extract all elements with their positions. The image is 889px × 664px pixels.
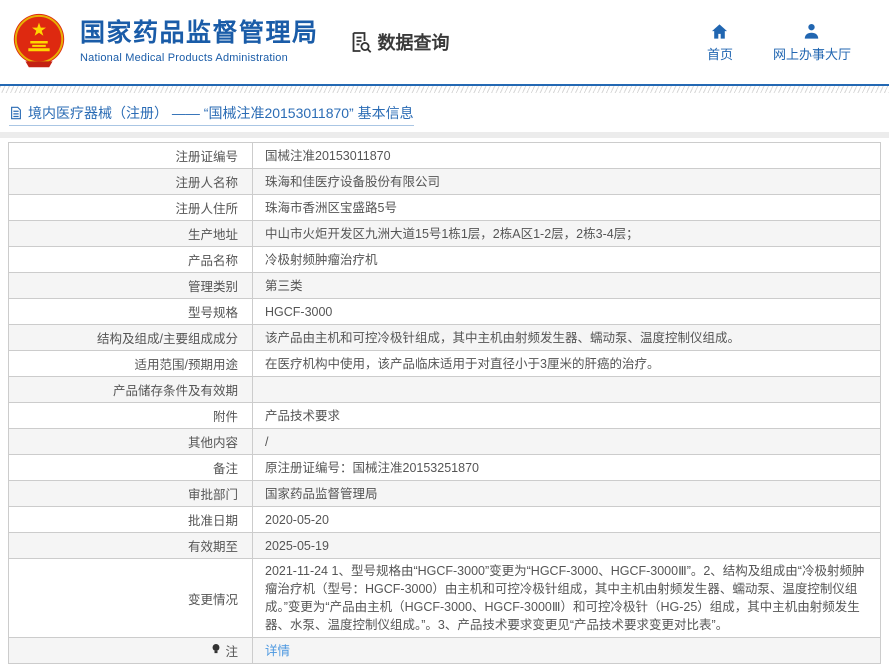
row-value: 国家药品监督管理局	[253, 481, 880, 506]
table-row-registrant-address: 注册人住所 珠海市香洲区宝盛路5号	[9, 194, 880, 220]
row-value: 冷极射频肿瘤治疗机	[253, 247, 880, 272]
row-label: 产品储存条件及有效期	[9, 377, 253, 402]
table-row-other-content: 其他内容 /	[9, 428, 880, 454]
row-label: 管理类别	[9, 273, 253, 298]
user-icon	[802, 22, 821, 41]
bulb-icon	[210, 643, 222, 658]
document-search-icon	[349, 30, 373, 54]
row-label: 适用范围/预期用途	[9, 351, 253, 376]
note-label: 注	[225, 641, 238, 660]
national-emblem-logo	[8, 11, 70, 73]
table-row-registrant-name: 注册人名称 珠海和佳医疗设备股份有限公司	[9, 168, 880, 194]
row-value: 2020-05-20	[253, 507, 880, 532]
table-row-storage: 产品储存条件及有效期	[9, 376, 880, 402]
table-row-model-spec: 型号规格 HGCF-3000	[9, 298, 880, 324]
nav-item-home[interactable]: 首页	[707, 22, 733, 63]
row-value: 珠海和佳医疗设备股份有限公司	[253, 169, 880, 194]
details-link[interactable]: 详情	[265, 642, 290, 660]
breadcrumb: 境内医疗器械（注册） —— “国械注准20153011870” 基本信息	[9, 103, 414, 126]
row-value: 2021-11-24 1、型号规格由“HGCF-3000”变更为“HGCF-30…	[253, 559, 880, 637]
row-value: /	[253, 429, 880, 454]
data-query-section[interactable]: 数据查询	[349, 29, 450, 55]
row-value: 第三类	[253, 273, 880, 298]
hatch-band	[0, 86, 889, 93]
row-label: 注	[9, 638, 253, 663]
row-label: 附件	[9, 403, 253, 428]
table-row-registration-number: 注册证编号 国械注准20153011870	[9, 143, 880, 168]
table-row-remark: 备注 原注册证编号：国械注准20153251870	[9, 454, 880, 480]
table-row-management-class: 管理类别 第三类	[9, 272, 880, 298]
row-label: 生产地址	[9, 221, 253, 246]
section-divider	[0, 132, 889, 138]
row-value: 详情	[253, 638, 880, 663]
site-title: 国家药品监督管理局	[80, 20, 319, 48]
breadcrumb-label: 境内医疗器械（注册） —— “国械注准20153011870” 基本信息	[28, 103, 414, 123]
row-label: 变更情况	[9, 559, 253, 637]
row-label: 其他内容	[9, 429, 253, 454]
nav-service-hall-label: 网上办事大厅	[773, 44, 851, 63]
document-icon	[9, 106, 23, 120]
table-row-intended-use: 适用范围/预期用途 在医疗机构中使用，该产品临床适用于对直径小于3厘米的肝癌的治…	[9, 350, 880, 376]
registration-detail-table: 注册证编号 国械注准20153011870 注册人名称 珠海和佳医疗设备股份有限…	[8, 142, 881, 664]
row-value	[253, 377, 880, 402]
table-row-approval-date: 批准日期 2020-05-20	[9, 506, 880, 532]
row-label: 注册证编号	[9, 143, 253, 168]
home-icon	[710, 22, 729, 41]
row-label: 备注	[9, 455, 253, 480]
nav-home-label: 首页	[707, 44, 733, 63]
table-row-approval-department: 审批部门 国家药品监督管理局	[9, 480, 880, 506]
table-row-note: 注 详情	[9, 637, 880, 663]
row-label: 型号规格	[9, 299, 253, 324]
row-label: 批准日期	[9, 507, 253, 532]
row-value: 中山市火炬开发区九洲大道15号1栋1层，2栋A区1-2层，2栋3-4层；	[253, 221, 880, 246]
row-value: 原注册证编号：国械注准20153251870	[253, 455, 880, 480]
table-row-change-history: 变更情况 2021-11-24 1、型号规格由“HGCF-3000”变更为“HG…	[9, 558, 880, 637]
site-subtitle: National Medical Products Administration	[80, 52, 319, 64]
row-value: 珠海市香洲区宝盛路5号	[253, 195, 880, 220]
row-value: 国械注准20153011870	[253, 143, 880, 168]
row-label: 注册人住所	[9, 195, 253, 220]
nav-item-service-hall[interactable]: 网上办事大厅	[773, 22, 851, 63]
site-title-block: 国家药品监督管理局 National Medical Products Admi…	[80, 20, 319, 64]
table-row-structure: 结构及组成/主要组成成分 该产品由主机和可控冷极针组成，其中主机由射频发生器、蠕…	[9, 324, 880, 350]
row-value: 2025-05-19	[253, 533, 880, 558]
header-nav: 首页 网上办事大厅	[707, 22, 877, 63]
row-label: 审批部门	[9, 481, 253, 506]
row-value: 产品技术要求	[253, 403, 880, 428]
row-label: 有效期至	[9, 533, 253, 558]
table-row-product-name: 产品名称 冷极射频肿瘤治疗机	[9, 246, 880, 272]
table-row-attachment: 附件 产品技术要求	[9, 402, 880, 428]
data-query-label: 数据查询	[378, 29, 450, 55]
row-value: 在医疗机构中使用，该产品临床适用于对直径小于3厘米的肝癌的治疗。	[253, 351, 880, 376]
table-row-production-address: 生产地址 中山市火炬开发区九洲大道15号1栋1层，2栋A区1-2层，2栋3-4层…	[9, 220, 880, 246]
row-value: 该产品由主机和可控冷极针组成，其中主机由射频发生器、蠕动泵、温度控制仪组成。	[253, 325, 880, 350]
row-label: 注册人名称	[9, 169, 253, 194]
breadcrumb-strip: 境内医疗器械（注册） —— “国械注准20153011870” 基本信息	[0, 93, 889, 132]
table-row-valid-until: 有效期至 2025-05-19	[9, 532, 880, 558]
row-label: 产品名称	[9, 247, 253, 272]
row-label: 结构及组成/主要组成成分	[9, 325, 253, 350]
page-header: 国家药品监督管理局 National Medical Products Admi…	[0, 0, 889, 84]
row-value: HGCF-3000	[253, 299, 880, 324]
